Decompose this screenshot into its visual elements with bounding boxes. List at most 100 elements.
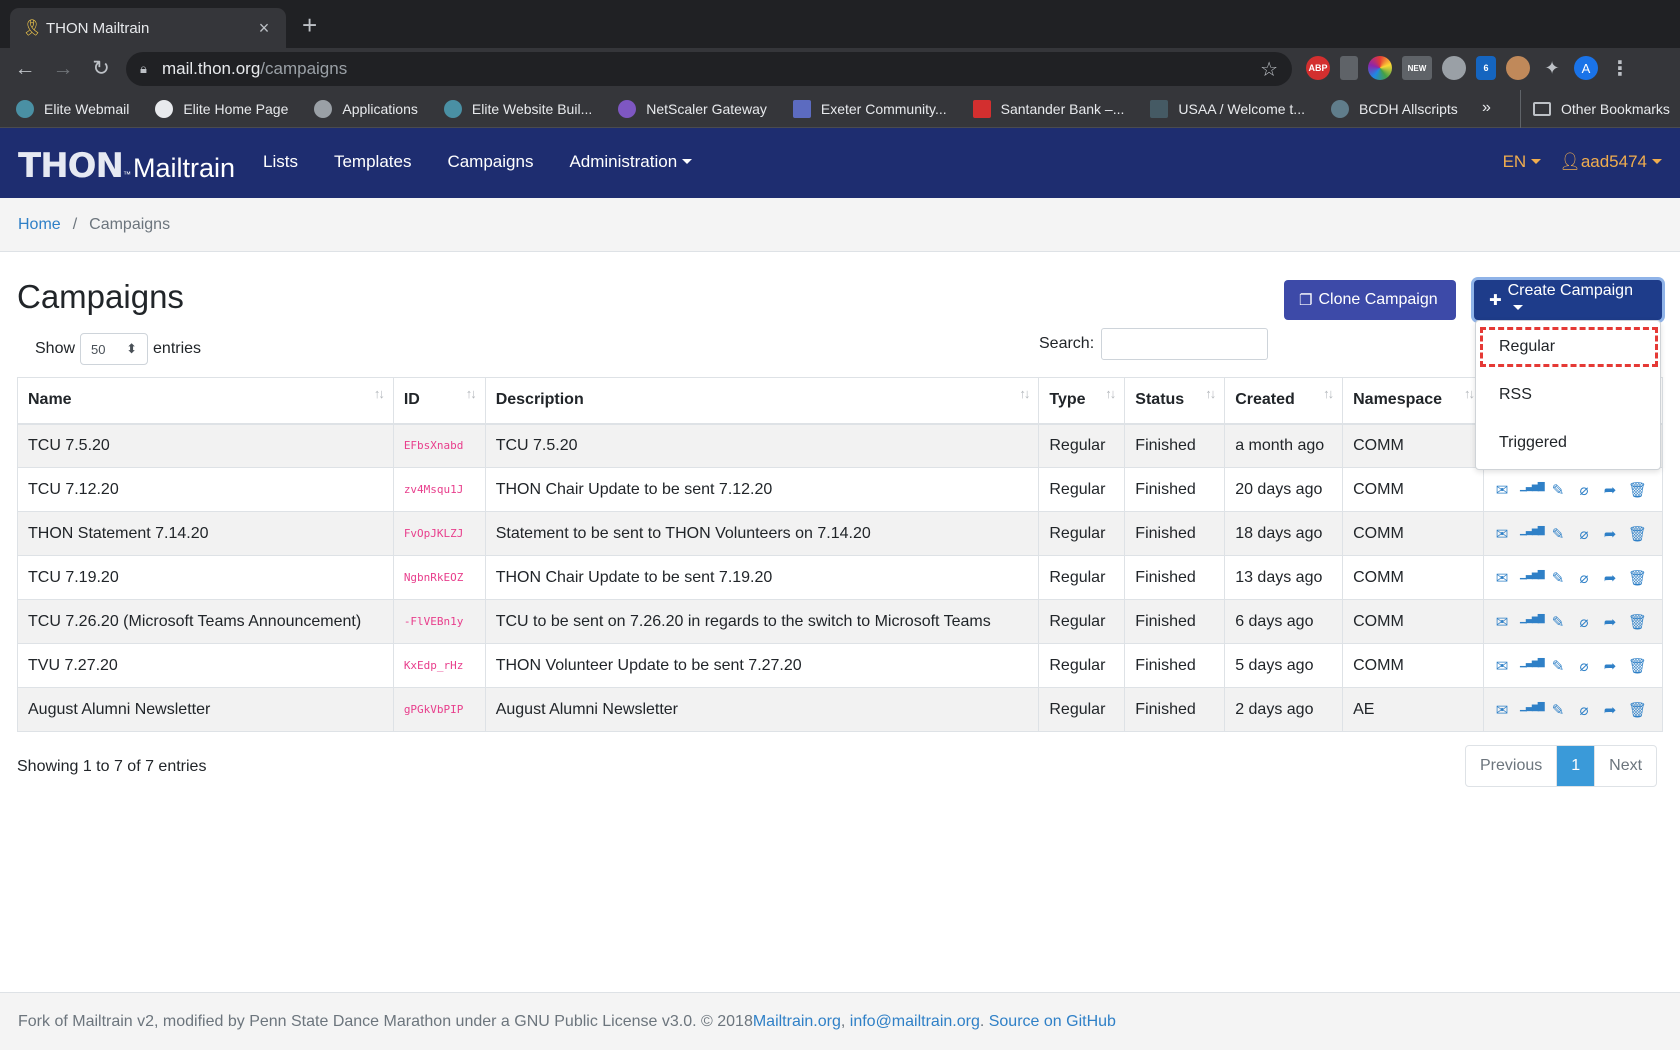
column-header-name[interactable]: Name ↑↓ bbox=[17, 377, 394, 425]
envelope-icon[interactable]: ✉ bbox=[1494, 525, 1510, 543]
trash-icon[interactable]: 🗑︎ bbox=[1628, 613, 1647, 631]
page-length-select[interactable]: 50 ⬍ bbox=[80, 333, 149, 365]
extensions-puzzle-icon[interactable]: ✦ bbox=[1540, 56, 1564, 80]
paperclip-icon[interactable]: ⌀ bbox=[1576, 701, 1592, 719]
trash-icon[interactable]: 🗑︎ bbox=[1628, 525, 1647, 543]
trash-icon[interactable]: 🗑︎ bbox=[1628, 701, 1647, 719]
edit-icon[interactable]: ✎ bbox=[1550, 481, 1566, 499]
new-tab-icon[interactable]: + bbox=[302, 12, 317, 38]
column-header-id[interactable]: ID ↑↓ bbox=[392, 377, 486, 425]
browser-tab[interactable]: 🎗 THON Mailtrain × bbox=[10, 8, 286, 48]
share-icon[interactable]: ➦ bbox=[1602, 701, 1618, 719]
column-header-status[interactable]: Status ↑↓ bbox=[1124, 377, 1226, 425]
nav-campaigns[interactable]: Campaigns bbox=[447, 152, 533, 172]
new-badge-extension-icon[interactable]: NEW bbox=[1402, 56, 1432, 80]
envelope-icon[interactable]: ✉ bbox=[1494, 657, 1510, 675]
create-campaign-button[interactable]: ✚ Create Campaign bbox=[1474, 280, 1662, 320]
close-tab-icon[interactable]: × bbox=[254, 18, 274, 39]
column-header-type[interactable]: Type ↑↓ bbox=[1038, 377, 1126, 425]
envelope-icon[interactable]: ✉ bbox=[1494, 481, 1510, 499]
paperclip-icon[interactable]: ⌀ bbox=[1576, 525, 1592, 543]
bookmark-netscaler-gateway[interactable]: NetScaler Gateway bbox=[618, 99, 767, 118]
bar-chart-icon[interactable]: ▁▃▅▇ bbox=[1520, 657, 1545, 675]
brand-logo[interactable]: THON ™ Mailtrain bbox=[18, 146, 235, 186]
user-menu[interactable]: 👤︎aad5474 bbox=[1559, 152, 1662, 172]
paperclip-icon[interactable]: ⌀ bbox=[1576, 657, 1592, 675]
bar-chart-icon[interactable]: ▁▃▅▇ bbox=[1520, 613, 1545, 631]
address-bar[interactable]: 🔒︎ mail.thon.org /campaigns ☆ bbox=[126, 52, 1292, 86]
next-page-button[interactable]: Next bbox=[1594, 746, 1656, 786]
reload-icon[interactable]: ↻ bbox=[88, 56, 114, 82]
more-bookmarks-icon[interactable]: » bbox=[1482, 99, 1491, 117]
brand-trademark: ™ bbox=[123, 170, 132, 179]
bookmark-star-icon[interactable]: ☆ bbox=[1260, 57, 1278, 82]
trash-icon[interactable]: 🗑︎ bbox=[1628, 657, 1647, 675]
email-link[interactable]: info@mailtrain.org bbox=[850, 1013, 980, 1031]
nav-lists[interactable]: Lists bbox=[263, 152, 298, 172]
clone-campaign-button[interactable]: ❐ Clone Campaign bbox=[1284, 280, 1456, 320]
previous-page-button[interactable]: Previous bbox=[1466, 746, 1556, 786]
forward-icon[interactable]: → bbox=[50, 56, 76, 82]
bookmark-santander-bank[interactable]: Santander Bank –... bbox=[972, 99, 1124, 118]
edit-icon[interactable]: ✎ bbox=[1550, 569, 1566, 587]
bookmark-elite-home-page[interactable]: Elite Home Page bbox=[155, 99, 288, 118]
search-input[interactable] bbox=[1101, 328, 1269, 360]
office-icon[interactable] bbox=[1340, 56, 1358, 80]
bar-chart-icon[interactable]: ▁▃▅▇ bbox=[1520, 525, 1545, 543]
other-bookmarks[interactable]: Other Bookmarks bbox=[1520, 90, 1670, 128]
bar-chart-icon[interactable]: ▁▃▅▇ bbox=[1520, 569, 1545, 587]
bar-chart-icon[interactable]: ▁▃▅▇ bbox=[1520, 481, 1545, 499]
dropdown-item-rss[interactable]: RSS bbox=[1499, 386, 1532, 404]
paperclip-icon[interactable]: ⌀ bbox=[1576, 569, 1592, 587]
cell-type: Regular bbox=[1038, 423, 1126, 468]
edit-icon[interactable]: ✎ bbox=[1550, 657, 1566, 675]
column-header-created[interactable]: Created ↑↓ bbox=[1224, 377, 1344, 425]
color-picker-icon[interactable] bbox=[1368, 56, 1392, 80]
share-icon[interactable]: ➦ bbox=[1602, 525, 1618, 543]
language-dropdown[interactable]: EN bbox=[1503, 152, 1542, 172]
bookmark-elite-website-builder[interactable]: Elite Website Buil... bbox=[443, 99, 592, 118]
bookmark-applications[interactable]: Applications bbox=[314, 99, 418, 118]
trash-icon[interactable]: 🗑︎ bbox=[1628, 481, 1647, 499]
adblock-icon[interactable]: ABP bbox=[1306, 56, 1330, 80]
share-icon[interactable]: ➦ bbox=[1602, 613, 1618, 631]
clone-campaign-label: Clone Campaign bbox=[1318, 291, 1438, 308]
nav-templates[interactable]: Templates bbox=[334, 152, 411, 172]
edit-icon[interactable]: ✎ bbox=[1550, 525, 1566, 543]
envelope-icon[interactable]: ✉ bbox=[1494, 569, 1510, 587]
envelope-icon[interactable]: ✉ bbox=[1494, 613, 1510, 631]
bar-chart-icon[interactable]: ▁▃▅▇ bbox=[1520, 701, 1545, 719]
nav-administration[interactable]: Administration bbox=[569, 152, 692, 172]
footer-dot: . bbox=[979, 1012, 989, 1030]
cell-namespace: COMM bbox=[1342, 423, 1484, 468]
share-icon[interactable]: ➦ bbox=[1602, 481, 1618, 499]
bookmark-bcdh-allscripts[interactable]: BCDH Allscripts bbox=[1330, 99, 1458, 118]
dropdown-item-regular[interactable]: Regular bbox=[1499, 338, 1555, 356]
browser-menu-icon[interactable]: ⋮ bbox=[1608, 56, 1632, 80]
mailtrain-link[interactable]: Mailtrain.org bbox=[753, 1013, 841, 1031]
cookie-icon[interactable] bbox=[1506, 56, 1530, 80]
share-icon[interactable]: ➦ bbox=[1602, 569, 1618, 587]
dropdown-item-triggered[interactable]: Triggered bbox=[1499, 434, 1567, 452]
breadcrumb-home[interactable]: Home bbox=[18, 216, 61, 234]
envelope-icon[interactable]: ✉ bbox=[1494, 701, 1510, 719]
share-icon[interactable]: ➦ bbox=[1602, 657, 1618, 675]
edit-icon[interactable]: ✎ bbox=[1550, 613, 1566, 631]
extension-icon[interactable] bbox=[1442, 56, 1466, 80]
column-header-namespace[interactable]: Namespace ↑↓ bbox=[1342, 377, 1484, 425]
column-header-description[interactable]: Description ↑↓ bbox=[484, 377, 1040, 425]
bookmark-exeter-community[interactable]: Exeter Community... bbox=[792, 99, 947, 118]
page-1-button[interactable]: 1 bbox=[1556, 746, 1595, 786]
cell-type: Regular bbox=[1038, 467, 1126, 512]
paperclip-icon[interactable]: ⌀ bbox=[1576, 481, 1592, 499]
trello-icon[interactable]: 6 bbox=[1476, 56, 1496, 80]
bookmark-elite-webmail[interactable]: Elite Webmail bbox=[16, 99, 129, 118]
bookmark-usaa[interactable]: USAA / Welcome t... bbox=[1150, 99, 1305, 118]
back-icon[interactable]: ← bbox=[12, 56, 38, 82]
edit-icon[interactable]: ✎ bbox=[1550, 701, 1566, 719]
github-link[interactable]: Source on GitHub bbox=[989, 1013, 1116, 1031]
bookmark-label: NetScaler Gateway bbox=[646, 100, 767, 117]
trash-icon[interactable]: 🗑︎ bbox=[1628, 569, 1647, 587]
paperclip-icon[interactable]: ⌀ bbox=[1576, 613, 1592, 631]
profile-avatar[interactable]: A bbox=[1574, 56, 1598, 80]
